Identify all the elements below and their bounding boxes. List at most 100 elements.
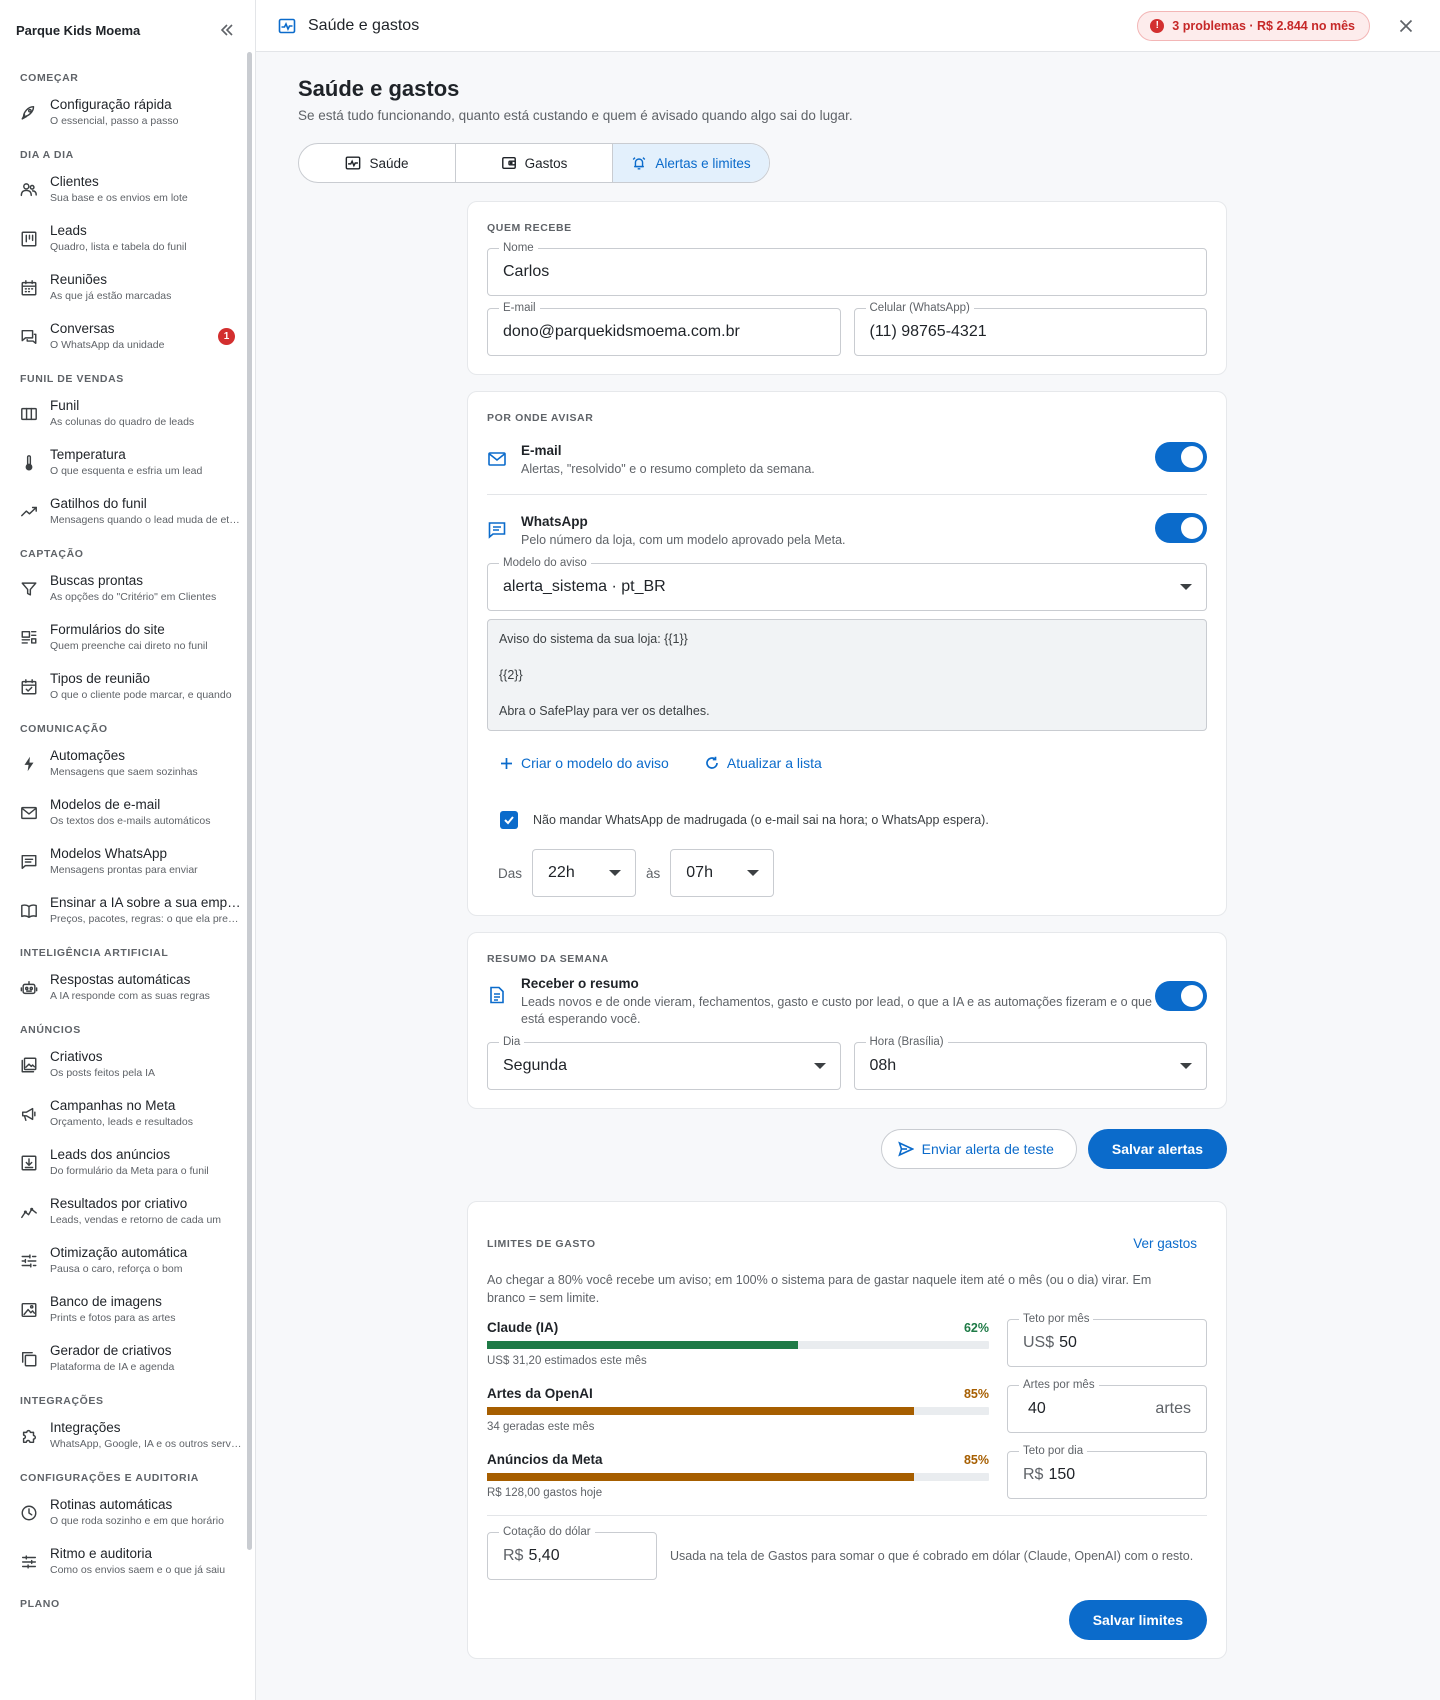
create-template-button[interactable]: Criar o modelo do aviso bbox=[500, 755, 669, 771]
book-icon bbox=[19, 901, 39, 921]
robot-icon bbox=[19, 978, 39, 998]
sidebar-item[interactable]: Modelos de e-mail Os textos dos e-mails a… bbox=[0, 788, 255, 837]
tab-gastos[interactable]: Gastos bbox=[456, 144, 613, 182]
sidebar-item[interactable]: Rotinas automáticas O que roda sozinho e … bbox=[0, 1488, 255, 1537]
sidebar-item[interactable]: Gerador de criativos Plataforma de IA e a… bbox=[0, 1334, 255, 1383]
limit-progress-fill bbox=[487, 1472, 914, 1481]
name-field-label: Nome bbox=[499, 241, 538, 255]
limit-cap-field[interactable]: Teto por mês US$ 50 bbox=[1007, 1312, 1207, 1367]
sliders-icon bbox=[19, 1251, 39, 1271]
send-test-alert-button[interactable]: Enviar alerta de teste bbox=[880, 1129, 1077, 1169]
sidebar-item[interactable]: Configuração rápida O essencial, passo a … bbox=[0, 88, 255, 137]
refresh-list-button[interactable]: Atualizar a lista bbox=[705, 755, 822, 771]
sidebar-item[interactable]: Formulários do site Quem preenche cai dir… bbox=[0, 613, 255, 662]
sidebar-section-title: FUNIL DE VENDAS bbox=[20, 373, 124, 385]
sidebar-item[interactable]: Modelos WhatsApp Mensagens prontas para e… bbox=[0, 837, 255, 886]
whatsapp-channel-sub: Pelo número da loja, com um modelo aprov… bbox=[521, 533, 846, 547]
sidebar-item-sub: Mensagens prontas para enviar bbox=[50, 864, 198, 876]
sidebar-scrollbar[interactable] bbox=[247, 52, 252, 1550]
sidebar-item[interactable]: Integrações WhatsApp, Google, IA e os out… bbox=[0, 1411, 255, 1460]
limit-cap-suffix: artes bbox=[1155, 1400, 1191, 1417]
dollar-rate-field[interactable]: Cotação do dólar R$ 5,40 bbox=[487, 1525, 657, 1580]
sidebar-section-title: CONFIGURAÇÕES E AUDITORIA bbox=[20, 1472, 199, 1484]
hour-select-label: Hora (Brasília) bbox=[865, 1035, 948, 1049]
problems-chip[interactable]: ! 3 problemas · R$ 2.844 no mês bbox=[1137, 10, 1370, 41]
sidebar-item-sub: Pausa o caro, reforça o bom bbox=[50, 1263, 183, 1275]
from-hour-select[interactable]: 22h bbox=[532, 849, 637, 897]
plus-icon bbox=[501, 757, 512, 769]
limit-cap-field[interactable]: Artes por mês 40 artes bbox=[1007, 1378, 1207, 1433]
sidebar-item[interactable]: Ritmo e auditoria Como os envios saem e o… bbox=[0, 1537, 255, 1586]
recipient-heading: QUEM RECEBE bbox=[487, 222, 572, 234]
pulse-icon bbox=[278, 16, 298, 36]
sidebar-item[interactable]: Temperatura O que esquenta e esfria um le… bbox=[0, 438, 255, 487]
hour-select[interactable]: Hora (Brasília) 08h bbox=[853, 1035, 1207, 1090]
sidebar-item[interactable]: Conversas O WhatsApp da unidade 1 bbox=[0, 312, 255, 361]
sidebar-item[interactable]: Leads Quadro, lista e tabela do funil bbox=[0, 214, 255, 263]
day-select[interactable]: Dia Segunda bbox=[487, 1035, 841, 1090]
sidebar-item-sub: Preços, pacotes, regras: o que ela preci… bbox=[50, 913, 243, 925]
whatsapp-channel-toggle[interactable] bbox=[1155, 513, 1207, 543]
sidebar-item-sub: A IA responde com as suas regras bbox=[50, 990, 210, 1002]
email-field[interactable]: E-mail dono@parquekidsmoema.com.br bbox=[487, 301, 841, 356]
rocket-icon bbox=[19, 103, 39, 123]
close-icon[interactable] bbox=[1392, 12, 1420, 40]
limit-cap-value: 50 bbox=[1059, 1334, 1077, 1351]
limit-name: Claude (IA) bbox=[487, 1319, 559, 1335]
sidebar-item-sub: As colunas do quadro de leads bbox=[50, 416, 195, 428]
sidebar-item[interactable]: Tipos de reunião O que o cliente pode mar… bbox=[0, 662, 255, 711]
from-label: Das bbox=[498, 865, 523, 881]
sidebar-item[interactable]: Criativos Os posts feitos pela IA bbox=[0, 1040, 255, 1089]
limit-name: Anúncios da Meta bbox=[487, 1451, 603, 1467]
sidebar-item[interactable]: Buscas prontas As opções do "Critério" em… bbox=[0, 564, 255, 613]
sidebar-item[interactable]: Leads dos anúncios Do formulário da Meta … bbox=[0, 1138, 255, 1187]
preview-line: Abra o SafePlay para ver os detalhes. bbox=[499, 704, 710, 718]
sidebar-item[interactable]: Resultados por criativo Leads, vendas e r… bbox=[0, 1187, 255, 1236]
page-title: Saúde e gastos bbox=[298, 76, 460, 101]
calendar-check-icon bbox=[19, 677, 39, 697]
view-costs-link[interactable]: Ver gastos bbox=[1133, 1236, 1197, 1251]
save-alerts-button[interactable]: Salvar alertas bbox=[1087, 1129, 1227, 1169]
limit-cap-field[interactable]: Teto por dia R$ 150 bbox=[1007, 1444, 1207, 1499]
save-limits-button[interactable]: Salvar limites bbox=[1068, 1600, 1207, 1640]
sidebar-item[interactable]: Otimização automática Pausa o caro, refor… bbox=[0, 1236, 255, 1285]
limit-note: US$ 31,20 estimados este mês bbox=[487, 1354, 647, 1367]
sidebar-item-label: Automações bbox=[50, 748, 126, 763]
sidebar-item[interactable]: Campanhas no Meta Orçamento, leads e resu… bbox=[0, 1089, 255, 1138]
sidebar-item[interactable]: Banco de imagens Prints e fotos para as a… bbox=[0, 1285, 255, 1334]
refresh-list-label: Atualizar a lista bbox=[726, 755, 822, 771]
tab-alertas-e-limites[interactable]: Alertas e limites bbox=[613, 144, 769, 182]
to-hour-select[interactable]: 07h bbox=[670, 849, 775, 897]
sidebar-item[interactable]: Funil As colunas do quadro de leads bbox=[0, 389, 255, 438]
mail-icon bbox=[487, 449, 507, 469]
email-channel-toggle[interactable] bbox=[1155, 442, 1207, 472]
chat-icon bbox=[19, 327, 39, 347]
spending-limits-card: LIMITES DE GASTO Ver gastos Ao chegar a … bbox=[467, 1201, 1227, 1659]
collapse-sidebar-icon[interactable] bbox=[217, 20, 237, 40]
sidebar-item-label: Resultados por criativo bbox=[50, 1196, 188, 1211]
phone-field[interactable]: Celular (WhatsApp) (11) 98765-4321 bbox=[853, 301, 1207, 356]
sidebar-item-sub: Quem preenche cai direto no funil bbox=[50, 640, 208, 652]
weekly-heading: RESUMO DA SEMANA bbox=[487, 953, 609, 965]
unread-badge: 1 bbox=[218, 328, 235, 345]
sidebar-item[interactable]: Gatilhos do funil Mensagens quando o lead… bbox=[0, 487, 255, 536]
dollar-rate-value: 5,40 bbox=[528, 1547, 560, 1564]
sidebar-item[interactable]: Ensinar a IA sobre a sua empresa Preços, … bbox=[0, 886, 255, 935]
template-select[interactable]: Modelo do aviso alerta_sistema · pt_BR bbox=[487, 556, 1207, 611]
sidebar-item[interactable]: Respostas automáticas A IA responde com a… bbox=[0, 963, 255, 1012]
dropdown-caret-icon bbox=[1180, 584, 1192, 590]
dropdown-caret-icon bbox=[747, 870, 760, 876]
quiet-hours-checkbox[interactable] bbox=[500, 811, 518, 829]
limit-progress-bar bbox=[487, 1340, 989, 1349]
sidebar-item-label: Otimização automática bbox=[50, 1245, 188, 1260]
name-field[interactable]: Nome Carlos bbox=[487, 241, 1207, 296]
sidebar-item[interactable]: Reuniões As que já estão marcadas bbox=[0, 263, 255, 312]
sidebar-item[interactable]: Automações Mensagens que saem sozinhas bbox=[0, 739, 255, 788]
weekly-summary-toggle[interactable] bbox=[1155, 981, 1207, 1011]
sidebar-item[interactable]: Clientes Sua base e os envios em lote bbox=[0, 165, 255, 214]
limit-progress-bar bbox=[487, 1472, 989, 1481]
problems-chip-label: 3 problemas · R$ 2.844 no mês bbox=[1172, 18, 1355, 33]
megaphone-icon bbox=[19, 1104, 39, 1124]
tab-saude[interactable]: Saúde bbox=[299, 144, 456, 182]
dropdown-caret-icon bbox=[609, 870, 622, 876]
